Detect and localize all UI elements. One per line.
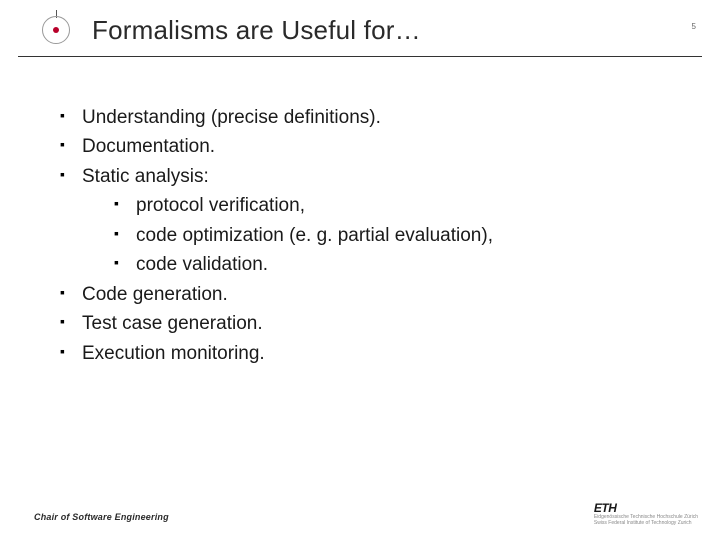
footer-chair: Chair of Software Engineering (34, 512, 169, 522)
footer-institution: ETH Eidgenössische Technische Hochschule… (594, 502, 698, 526)
list-item: code optimization (e. g. partial evaluat… (110, 221, 688, 250)
list-item: protocol verification, (110, 191, 688, 220)
list-item: Test case generation. (56, 309, 688, 338)
slide-content: Understanding (precise definitions). Doc… (0, 57, 720, 368)
slide-header: Formalisms are Useful for… (18, 0, 702, 57)
list-item: Code generation. (56, 280, 688, 309)
list-item-text: Static analysis: (82, 166, 209, 187)
slide-title: Formalisms are Useful for… (92, 15, 421, 46)
list-item: Understanding (precise definitions). (56, 103, 688, 132)
list-item: Documentation. (56, 132, 688, 161)
list-item: Execution monitoring. (56, 339, 688, 368)
eth-subtitle-2: Swiss Federal Institute of Technology Zu… (594, 521, 698, 526)
page-number: 5 (692, 22, 696, 31)
eth-logo-text: ETH (594, 502, 698, 514)
logo-icon (38, 12, 74, 48)
bullet-list: Understanding (precise definitions). Doc… (56, 103, 688, 368)
list-item: code validation. (110, 250, 688, 279)
sub-list: protocol verification, code optimization… (82, 191, 688, 279)
list-item: Static analysis: protocol verification, … (56, 162, 688, 280)
